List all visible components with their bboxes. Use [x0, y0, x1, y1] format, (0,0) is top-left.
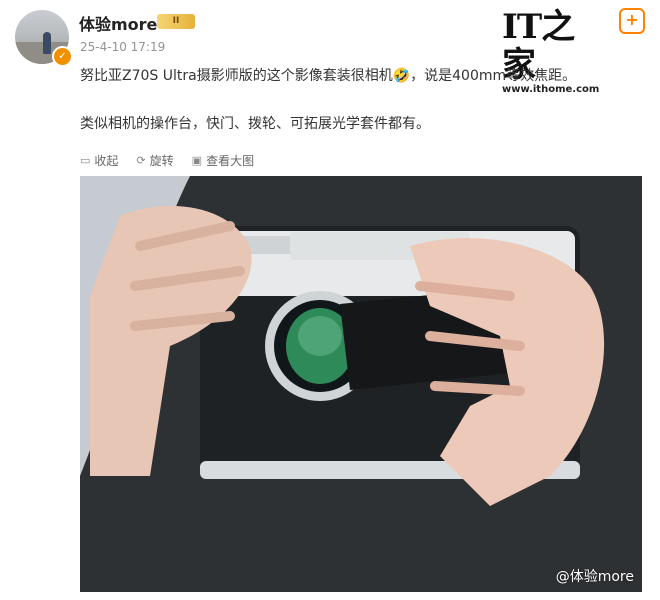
- collapse-button[interactable]: ▭ 收起: [80, 152, 118, 169]
- add-button[interactable]: +: [619, 8, 645, 34]
- post-body: 努比亚Z70S Ultra摄影师版的这个影像套装很相机🤣，说是400mm等效焦距…: [80, 66, 640, 134]
- image-watermark: @体验more: [555, 569, 634, 585]
- ithome-logo: IT之家 www.ithome.com: [502, 8, 599, 95]
- rotate-label: 旋转: [149, 154, 174, 168]
- collapse-label: 收起: [94, 154, 119, 168]
- post-text-line2: 类似相机的操作台，快门、拨轮、可拓展光学套件都有。: [80, 116, 430, 132]
- rotate-button[interactable]: ⟳ 旋转: [136, 152, 173, 169]
- view-large-label: 查看大图: [206, 154, 255, 168]
- vip-badge: II: [157, 14, 195, 29]
- camera-photo: [80, 176, 642, 592]
- bookmark-icon: ▭: [80, 154, 91, 167]
- post-text-line1: 努比亚Z70S Ultra摄影师版的这个影像套装很相机🤣，说是400mm等效焦距…: [80, 68, 577, 84]
- image-icon: ▣: [191, 154, 203, 167]
- post-timestamp[interactable]: 25-4-10 17:19: [80, 40, 165, 54]
- rotate-icon: ⟳: [136, 154, 146, 167]
- post-image[interactable]: @体验more: [80, 176, 642, 592]
- username[interactable]: 体验more: [79, 11, 157, 35]
- image-actions: ▭ 收起 ⟳ 旋转 ▣ 查看大图: [80, 152, 272, 169]
- avatar-figure: [43, 32, 51, 54]
- view-large-button[interactable]: ▣ 查看大图: [192, 152, 254, 169]
- verified-icon: ✓: [52, 46, 73, 67]
